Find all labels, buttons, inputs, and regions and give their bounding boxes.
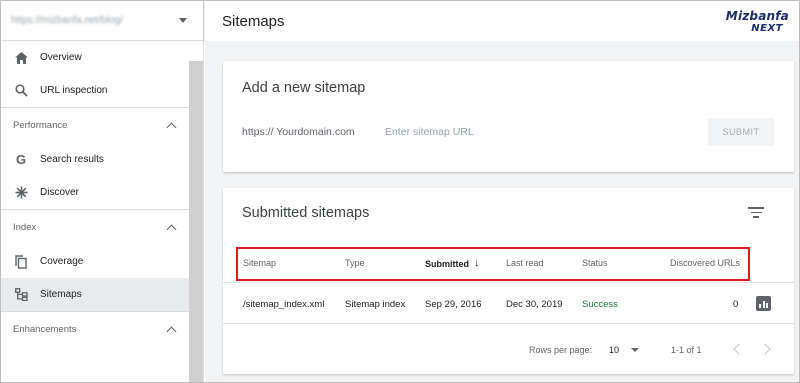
sidebar-item-discover[interactable]: Discover [1,176,189,209]
page-range: 1-1 of 1 [671,345,702,355]
sidebar-item-label: Overview [40,52,82,63]
caret-down-icon[interactable] [631,348,639,352]
pagination: Rows per page: 10 1-1 of 1 [223,325,794,365]
chevron-up-icon [166,224,177,235]
chevron-right-icon[interactable] [759,343,771,355]
domain-prefix: https:// Yourdomain.com [242,126,355,138]
table-row[interactable]: /sitemap_index.xml Sitemap index Sep 29,… [223,284,794,324]
asterisk-icon [13,185,29,201]
cell-last-read: Dec 30, 2019 [506,299,563,310]
table-header: Sitemap Type Submitted ↓ Last read Status… [223,243,794,283]
sidebar-item-overview[interactable]: Overview [1,41,189,74]
caret-down-icon [179,18,187,23]
sidebar: https://mizbanfa.net/blog/ Overview URL … [1,1,204,382]
sitemap-url-input[interactable] [385,123,685,141]
add-sitemap-card: Add a new sitemap https:// Yourdomain.co… [223,61,794,172]
sidebar-item-label: Coverage [40,256,84,267]
bar-chart-icon[interactable] [756,296,771,311]
chevron-left-icon[interactable] [733,343,745,355]
section-label: Enhancements [13,324,77,335]
section-performance[interactable]: Performance [1,107,189,143]
submitted-sitemaps-title: Submitted sitemaps [242,205,370,221]
cell-discovered-urls: 0 [733,299,739,310]
page-header: Sitemaps Mizbanfa NEXT [205,1,799,41]
cell-status: Success [582,299,618,310]
sidebar-item-label: Discover [40,187,79,198]
google-g-icon: G [15,152,27,167]
submitted-sitemaps-card: Submitted sitemaps Sitemap Type Submitte… [223,188,794,374]
rows-per-page-select[interactable]: 10 [609,345,619,355]
sidebar-item-sitemaps[interactable]: Sitemaps [1,278,189,311]
main-content: Add a new sitemap https:// Yourdomain.co… [205,41,799,382]
sidebar-item-url-inspection[interactable]: URL inspection [1,74,189,107]
logo-text: Mizbanfa [725,9,789,23]
rows-per-page-label: Rows per page: [529,345,593,355]
filter-icon[interactable] [747,207,765,221]
add-sitemap-title: Add a new sitemap [242,80,366,96]
copy-icon [13,254,29,270]
app-frame: https://mizbanfa.net/blog/ Overview URL … [0,0,800,383]
logo-subtext: NEXT [751,23,783,34]
sidebar-item-label: Sitemaps [40,289,82,300]
submit-button[interactable]: SUBMIT [708,118,774,146]
sidebar-scrollbar[interactable] [189,61,203,382]
search-icon [13,83,29,99]
cell-type: Sitemap index [345,299,406,310]
section-label: Performance [13,120,68,131]
property-url: https://mizbanfa.net/blog/ [11,15,123,26]
brand-logo: Mizbanfa NEXT [705,9,795,39]
sitemap-icon [13,287,29,303]
page-title: Sitemaps [222,12,285,30]
cell-submitted: Sep 29, 2016 [425,299,482,310]
section-index[interactable]: Index [1,209,189,245]
chevron-up-icon [166,326,177,337]
sidebar-item-label: Search results [40,154,104,165]
highlight-box [236,247,750,281]
home-icon [13,50,29,66]
cell-sitemap: /sitemap_index.xml [243,299,325,310]
chevron-up-icon [166,122,177,133]
sidebar-item-label: URL inspection [40,85,108,96]
sidebar-item-search-results[interactable]: G Search results [1,143,189,176]
sidebar-item-coverage[interactable]: Coverage [1,245,189,278]
property-selector[interactable]: https://mizbanfa.net/blog/ [1,1,203,41]
sidebar-nav: Overview URL inspection Performance G Se… [1,41,189,347]
section-label: Index [13,222,37,233]
section-enhancements[interactable]: Enhancements [1,311,189,347]
